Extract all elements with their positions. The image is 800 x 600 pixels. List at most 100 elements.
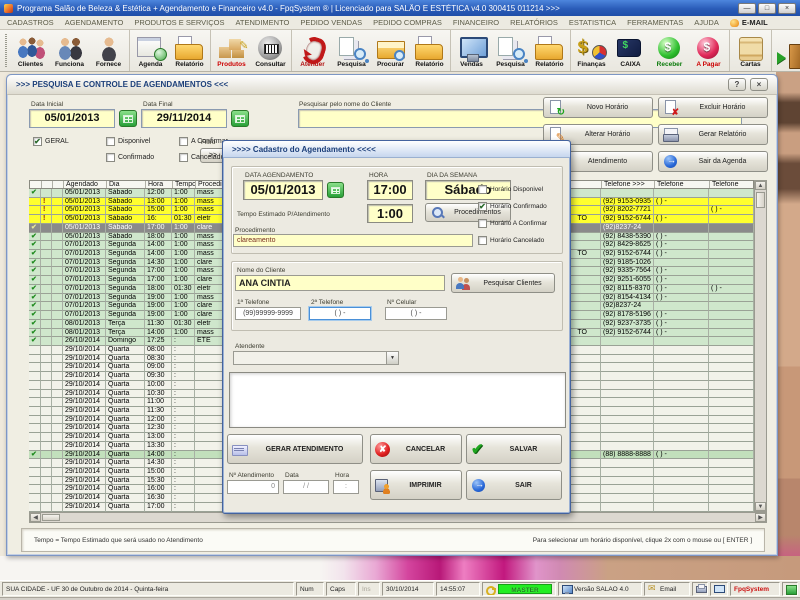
- telefone2-field[interactable]: ( ) -: [309, 307, 371, 320]
- table-cell: [52, 302, 63, 311]
- data-agendamento-field[interactable]: 05/01/2013: [243, 180, 323, 200]
- table-cell: [29, 485, 41, 494]
- nome-cliente-field[interactable]: ANA CINTIA: [235, 275, 445, 291]
- toolbar-button-receber[interactable]: Receber: [650, 31, 689, 70]
- checkbox-unchecked[interactable]: [179, 153, 188, 162]
- gerar-relat-rio-button[interactable]: Gerar Relatório: [658, 124, 768, 145]
- checkbox-unchecked[interactable]: [106, 153, 115, 162]
- toolbar-button-cartas[interactable]: Cartas: [731, 31, 770, 70]
- table-cell: [29, 372, 41, 381]
- filter-checkbox-cancelados[interactable]: Cancelados: [179, 153, 228, 162]
- data-final-field[interactable]: 29/11/2014: [141, 109, 227, 128]
- toolbar-button-funciona[interactable]: Funciona: [50, 31, 89, 70]
- scroll-left-icon[interactable]: ◀: [30, 513, 41, 522]
- toolbar-button-finan-as[interactable]: Finanças: [572, 31, 611, 70]
- close-icon[interactable]: ×: [778, 3, 796, 14]
- pesquisar-clientes-button[interactable]: Pesquisar Clientes: [451, 273, 555, 293]
- horizontal-scroll-thumb[interactable]: [42, 514, 60, 521]
- restore-icon[interactable]: □: [758, 3, 776, 14]
- checkbox-unchecked[interactable]: [478, 236, 487, 245]
- scroll-down-icon[interactable]: ▼: [755, 502, 766, 511]
- toolbar-button-consultar[interactable]: Consultar: [251, 31, 290, 70]
- hora-atendimento-field[interactable]: :: [333, 480, 359, 494]
- toolbar-button-exit-door[interactable]: [773, 31, 800, 70]
- atendente-select[interactable]: ▼: [233, 351, 399, 365]
- toolbar-button-relat-rio[interactable]: Relatório: [410, 31, 449, 70]
- data-inicial-field[interactable]: 05/01/2013: [29, 109, 115, 128]
- calendar-button-inicial[interactable]: [119, 110, 137, 127]
- menu-financeiro[interactable]: FINANCEIRO: [453, 18, 499, 27]
- checkbox-unchecked[interactable]: [179, 137, 188, 146]
- toolbar-button-caixa[interactable]: CAIXA: [611, 31, 650, 70]
- filter-checkbox-disponivel[interactable]: Disponivel: [106, 137, 150, 146]
- dialog-checkbox-hor-rio-a-confirmar[interactable]: Horário A Confirmar: [478, 219, 547, 228]
- imprimir-button[interactable]: IMPRIMIR: [370, 470, 462, 500]
- menu-relat-rios[interactable]: RELATÓRIOS: [510, 18, 558, 27]
- menu-pedido-vendas[interactable]: PEDIDO VENDAS: [300, 18, 362, 27]
- checkbox-unchecked[interactable]: [106, 137, 115, 146]
- n-atendimento-field[interactable]: 0: [227, 480, 279, 494]
- checkbox-unchecked[interactable]: [478, 185, 487, 194]
- menu-cadastros[interactable]: CADASTROS: [7, 18, 54, 27]
- arrow-right-icon: [471, 478, 486, 493]
- scroll-up-icon[interactable]: ▲: [755, 181, 766, 190]
- minimize-icon[interactable]: —: [738, 3, 756, 14]
- vertical-scroll-thumb[interactable]: [756, 192, 765, 208]
- checkbox-checked[interactable]: ✔: [478, 202, 487, 211]
- excluir-hor-rio-button[interactable]: Excluir Horário: [658, 97, 768, 118]
- gerar-atendimento-button[interactable]: GERAR ATENDIMENTO: [227, 434, 363, 464]
- menu-ferramentas[interactable]: FERRAMENTAS: [627, 18, 683, 27]
- menu-produtos-e-servi-os[interactable]: PRODUTOS E SERVIÇOS: [134, 18, 224, 27]
- calendar-button-dialog[interactable]: [327, 182, 344, 198]
- toolbar-button-relat-rio[interactable]: Relatório: [530, 31, 569, 70]
- table-cell: [52, 311, 63, 320]
- telefone1-field[interactable]: (99)99999-9999: [235, 307, 301, 320]
- toolbar-button-clientes[interactable]: Clientes: [11, 31, 50, 70]
- hora-field[interactable]: 17:00: [367, 180, 413, 200]
- menu-pedido-compras[interactable]: PEDIDO COMPRAS: [373, 18, 442, 27]
- toolbar-button-produtos[interactable]: Produtos: [212, 31, 251, 70]
- checkbox-unchecked[interactable]: [478, 219, 487, 228]
- help-button[interactable]: ?: [728, 78, 746, 91]
- sair-button[interactable]: SAIR: [466, 470, 562, 500]
- filter-checkbox-confirmado[interactable]: Confirmado: [106, 153, 154, 162]
- table-cell: 1:00: [172, 224, 195, 233]
- menu-agendamento[interactable]: AGENDAMENTO: [65, 18, 124, 27]
- tempo-estimado-field[interactable]: 1:00: [367, 204, 413, 223]
- sair-da-agenda-button[interactable]: Sair da Agenda: [658, 151, 768, 172]
- toolbar-button-fornece[interactable]: Fornece: [89, 31, 128, 70]
- toolbar-button-a-pagar[interactable]: A Pagar: [689, 31, 728, 70]
- toolbar-button-agenda[interactable]: Agenda: [131, 31, 170, 70]
- toolbar-button-vendas[interactable]: Vendas: [452, 31, 491, 70]
- cancelar-button[interactable]: CANCELAR: [370, 434, 462, 464]
- celular-field[interactable]: ( ) -: [385, 307, 447, 320]
- toolbar-button-pesquisa[interactable]: Pesquisa: [491, 31, 530, 70]
- toolbar-button-procurar[interactable]: Procurar: [371, 31, 410, 70]
- toolbar-button-atender[interactable]: Atender: [293, 31, 332, 70]
- checkbox-checked[interactable]: ✔: [33, 137, 42, 146]
- dialog-checkbox-hor-rio-confirmado[interactable]: ✔Horário Confirmado: [478, 202, 547, 211]
- menu-e-mail[interactable]: E-MAIL: [730, 18, 768, 27]
- menu-ajuda[interactable]: AJUDA: [694, 18, 719, 27]
- menu-atendimento[interactable]: ATENDIMENTO: [235, 18, 289, 27]
- vertical-scrollbar[interactable]: ▲ ▼: [754, 180, 767, 512]
- toolbar-button-relat-rio[interactable]: Relatório: [170, 31, 209, 70]
- menu-estatistica[interactable]: ESTATISTICA: [569, 18, 616, 27]
- chevron-down-icon[interactable]: ▼: [386, 352, 398, 364]
- report-folder-icon: [414, 36, 446, 61]
- dialog-checkbox-hor-rio-cancelado[interactable]: Horário Cancelado: [478, 236, 544, 245]
- hora-label: HORA: [369, 172, 388, 179]
- toolbar-button-pesquisa[interactable]: Pesquisa: [332, 31, 371, 70]
- close-window-button[interactable]: ×: [750, 78, 768, 91]
- filter-checkbox-geral[interactable]: ✔GERAL: [33, 137, 69, 146]
- scroll-right-icon[interactable]: ▶: [755, 513, 766, 522]
- calendar-button-final[interactable]: [231, 110, 249, 127]
- procedimento-field[interactable]: clareamento: [233, 234, 473, 247]
- procedures-listbox[interactable]: [229, 372, 566, 428]
- dialog-checkbox-hor-rio-disponivel[interactable]: Horário Disponivel: [478, 185, 543, 194]
- salvar-button[interactable]: SALVAR: [466, 434, 562, 464]
- filter-checkbox-a-confirmar[interactable]: A Confirmar: [179, 137, 228, 146]
- data-atendimento-field[interactable]: / /: [283, 480, 329, 494]
- table-cell: (92) 8202-7721: [601, 206, 654, 215]
- novo-hor-rio-button[interactable]: Novo Horário: [543, 97, 653, 118]
